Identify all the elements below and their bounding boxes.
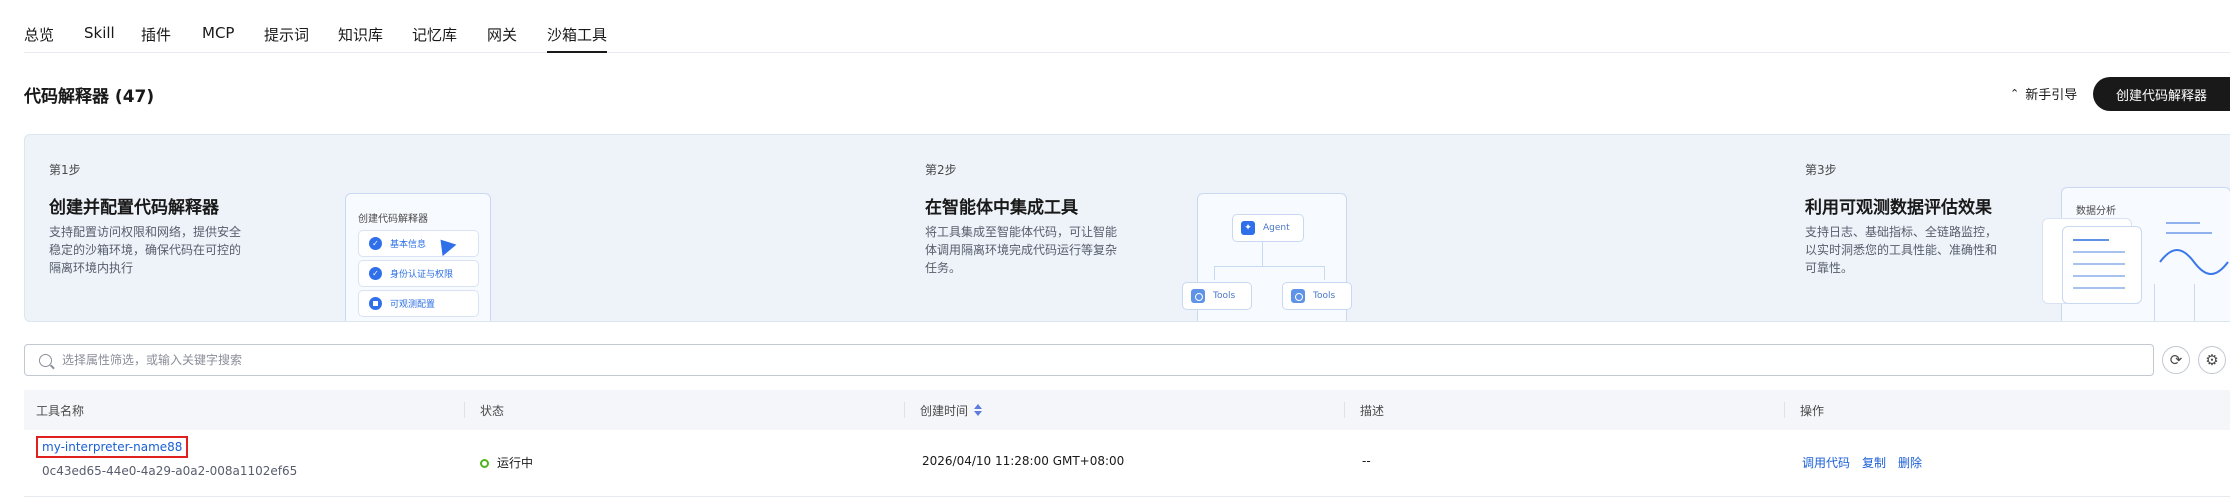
column-header-status: 状态 xyxy=(480,403,505,418)
column-header-created[interactable]: 创建时间 xyxy=(920,390,983,430)
illustration-heading: 创建代码解释器 xyxy=(358,214,428,225)
delete-link[interactable]: 删除 xyxy=(1898,456,1922,470)
step-2: 第2步 在智能体中集成工具 将工具集成至智能体代码，可让智能体调用隔离环境完成代… xyxy=(925,135,1425,321)
illustration-item-label: 基本信息 xyxy=(390,240,427,250)
illustration-item-label: 可观测配置 xyxy=(390,300,436,310)
tab-mcp[interactable]: MCP xyxy=(202,24,234,53)
data-card xyxy=(2062,226,2142,304)
step-1-illustration: 创建代码解释器 ✓ 基本信息 ✓ 身份认证与权限 可观测配置 xyxy=(345,193,491,321)
column-header-description: 描述 xyxy=(1360,403,1385,418)
status-cell: 运行中 xyxy=(480,454,533,471)
description-cell: -- xyxy=(1362,454,1371,468)
copy-link[interactable]: 复制 xyxy=(1862,456,1886,470)
column-header-actions: 操作 xyxy=(1800,403,1825,418)
step-2-illustration: ✦ Agent Tools Tools xyxy=(1182,193,1352,321)
chevron-up-icon: ⌃ xyxy=(2010,87,2020,100)
step-3: 第3步 利用可观测数据评估效果 支持日志、基础指标、全链路监控，以实时洞悉您的工… xyxy=(1805,135,2230,321)
table-row: my-interpreter-name88 0c43ed65-44e0-4a29… xyxy=(24,430,2230,497)
check-icon: ✓ xyxy=(369,267,382,280)
interpreter-id: 0c43ed65-44e0-4a29-a0a2-008a1102ef65 xyxy=(42,464,298,478)
step-number: 第2步 xyxy=(925,163,957,177)
illustration-heading: 数据分析 xyxy=(2076,206,2116,217)
illustration-item-auth: ✓ 身份认证与权限 xyxy=(358,260,479,287)
stop-icon xyxy=(369,297,382,310)
actions-cell: 调用代码 复制 删除 xyxy=(1802,454,1934,471)
sort-icon[interactable] xyxy=(974,404,983,416)
gear-icon: ⚙ xyxy=(2205,351,2219,369)
tab-memory-base[interactable]: 记忆库 xyxy=(412,24,457,53)
sparkle-icon: ✦ xyxy=(1241,221,1255,235)
step-number: 第3步 xyxy=(1805,163,1837,177)
tools-icon xyxy=(1191,289,1205,303)
page-title: 代码解释器 (47) xyxy=(24,87,155,107)
tools-node-label: Tools xyxy=(1313,291,1336,301)
created-time: 2026/04/10 11:28:00 GMT+08:00 xyxy=(922,454,1125,468)
guide-label: 新手引导 xyxy=(2025,88,2078,103)
tab-gateway[interactable]: 网关 xyxy=(487,24,517,53)
tab-sandbox-tools[interactable]: 沙箱工具 xyxy=(547,24,608,53)
status-text: 运行中 xyxy=(497,456,534,470)
step-title: 在智能体中集成工具 xyxy=(925,198,1078,218)
wave-chart-icon xyxy=(2159,249,2229,275)
onboarding-steps-panel: 第1步 创建并配置代码解释器 支持配置访问权限和网络，提供安全稳定的沙箱环境，确… xyxy=(24,134,2230,322)
step-title: 创建并配置代码解释器 xyxy=(49,198,219,218)
step-description: 支持日志、基础指标、全链路监控，以实时洞悉您的工具性能、准确性和可靠性。 xyxy=(1805,225,1998,275)
status-running-icon xyxy=(480,459,489,468)
step-1: 第1步 创建并配置代码解释器 支持配置访问权限和网络，提供安全稳定的沙箱环境，确… xyxy=(49,135,549,321)
search-input[interactable] xyxy=(60,352,2153,368)
search-bar xyxy=(24,344,2154,376)
tab-prompts[interactable]: 提示词 xyxy=(264,24,309,53)
interpreter-name-link[interactable]: my-interpreter-name88 xyxy=(36,436,189,458)
tools-node: Tools xyxy=(1182,282,1252,310)
tab-knowledge-base[interactable]: 知识库 xyxy=(338,24,383,53)
column-header-name: 工具名称 xyxy=(36,403,85,418)
step-title: 利用可观测数据评估效果 xyxy=(1805,198,1992,218)
step-3-illustration: 数据分析 xyxy=(2042,187,2230,321)
search-icon xyxy=(39,353,52,367)
check-icon: ✓ xyxy=(369,237,382,250)
guide-toggle[interactable]: ⌃ 新手引导 xyxy=(2010,84,2077,103)
agent-node: ✦ Agent xyxy=(1232,214,1304,242)
refresh-button[interactable]: ⟳ xyxy=(2162,346,2190,374)
invoke-code-link[interactable]: 调用代码 xyxy=(1802,456,1850,470)
table-header: 工具名称 状态 创建时间 描述 操作 xyxy=(24,390,2230,430)
step-description: 支持配置访问权限和网络，提供安全稳定的沙箱环境，确保代码在可控的隔离环境内执行 xyxy=(49,225,242,275)
illustration-item-basic-info: ✓ 基本信息 xyxy=(358,230,479,257)
tab-plugins[interactable]: 插件 xyxy=(141,24,171,53)
tools-node: Tools xyxy=(1282,282,1352,310)
tab-overview[interactable]: 总览 xyxy=(24,24,54,53)
step-description: 将工具集成至智能体代码，可让智能体调用隔离环境完成代码运行等复杂任务。 xyxy=(925,225,1118,275)
top-tabs: 总览 Skill 插件 MCP 提示词 知识库 记忆库 网关 沙箱工具 xyxy=(24,0,2230,53)
settings-button[interactable]: ⚙ xyxy=(2198,346,2226,374)
create-interpreter-button[interactable]: 创建代码解释器 xyxy=(2093,77,2230,111)
tab-skill[interactable]: Skill xyxy=(84,24,115,53)
tools-icon xyxy=(1291,289,1305,303)
tools-node-label: Tools xyxy=(1213,291,1236,301)
agent-node-label: Agent xyxy=(1263,223,1290,233)
refresh-icon: ⟳ xyxy=(2169,351,2183,369)
step-number: 第1步 xyxy=(49,163,81,177)
illustration-item-observability: 可观测配置 xyxy=(358,290,479,317)
column-header-created-label: 创建时间 xyxy=(920,403,969,418)
illustration-item-label: 身份认证与权限 xyxy=(390,270,454,280)
